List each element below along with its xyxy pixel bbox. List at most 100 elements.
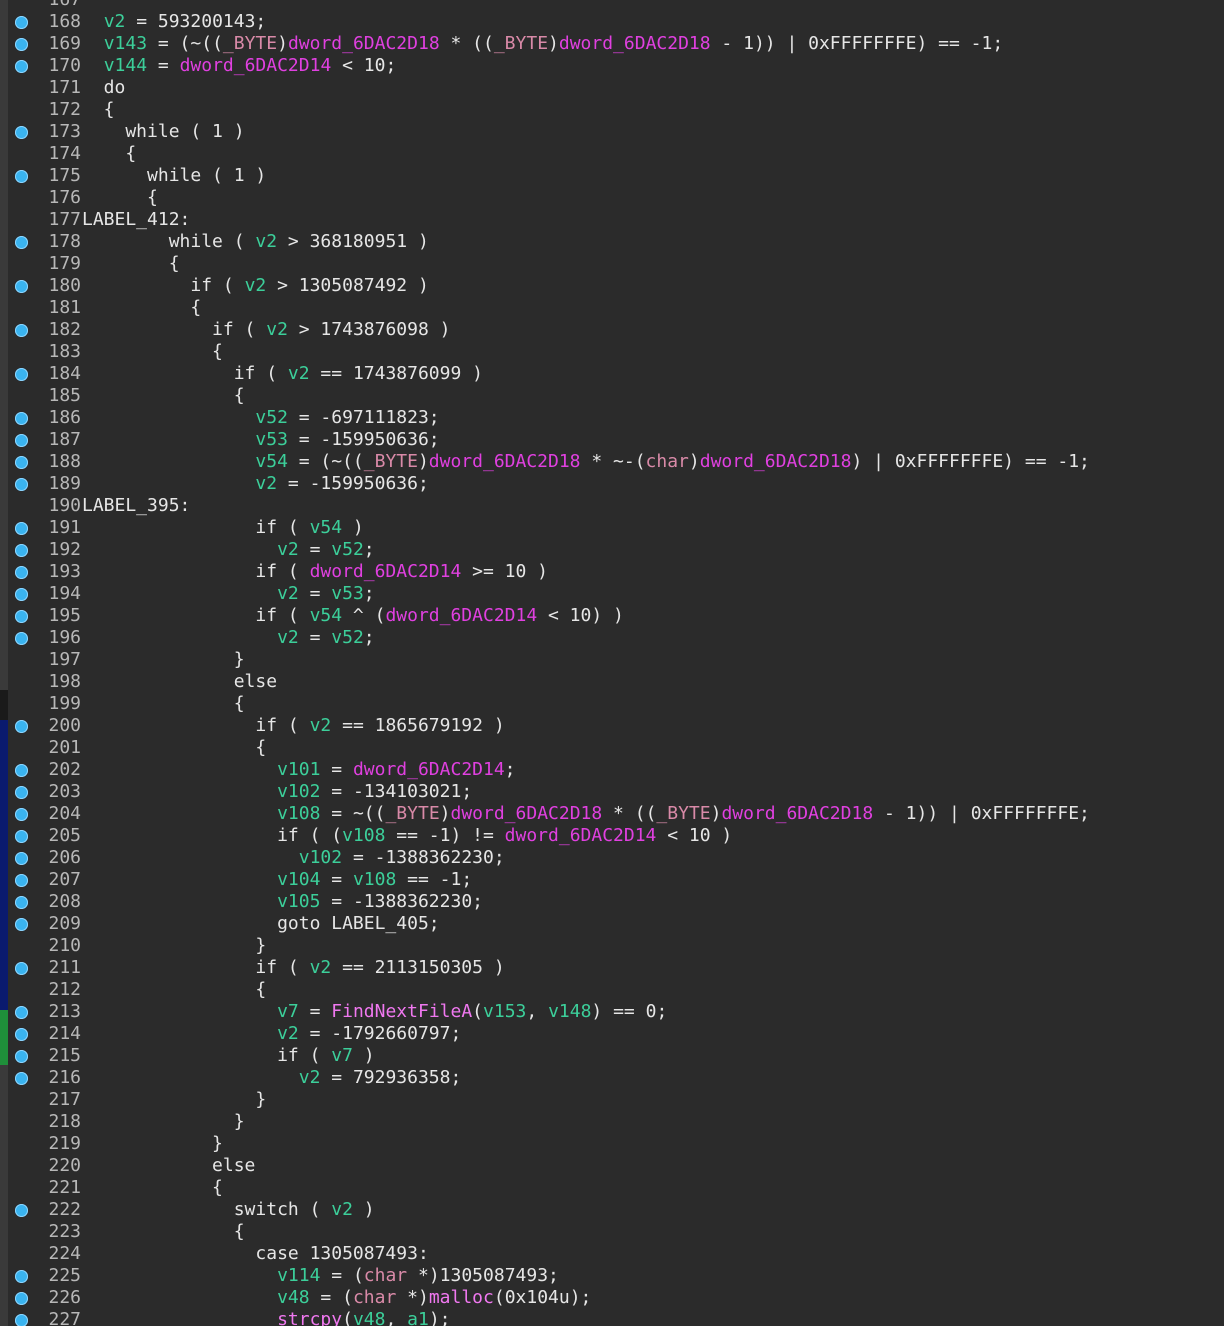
code-line[interactable]: 177 LABEL_412:: [0, 209, 1224, 231]
code-line[interactable]: 188 v54 = (~((_BYTE)dword_6DAC2D18 * ~-(…: [0, 451, 1224, 473]
code-token[interactable]: v108: [277, 803, 320, 824]
code-line[interactable]: 210 }: [0, 935, 1224, 957]
code-line[interactable]: 202 v101 = dword_6DAC2D14;: [0, 759, 1224, 781]
code-line[interactable]: 180 if ( v2 > 1305087492 ): [0, 275, 1224, 297]
breakpoint-dot-icon[interactable]: [15, 478, 28, 491]
code-token[interactable]: _BYTE: [364, 451, 418, 472]
code-token[interactable]: v2: [310, 715, 332, 736]
code-line[interactable]: 190 LABEL_395:: [0, 495, 1224, 517]
code-token[interactable]: v7: [331, 1045, 353, 1066]
code-line[interactable]: 178 while ( v2 > 368180951 ): [0, 231, 1224, 253]
code-line[interactable]: 172 {: [0, 99, 1224, 121]
code-token[interactable]: v143: [104, 33, 147, 54]
code-token[interactable]: char: [353, 1287, 396, 1308]
breakpoint-dot-icon[interactable]: [15, 1050, 28, 1063]
breakpoint-dot-icon[interactable]: [15, 610, 28, 623]
breakpoint-dot-icon[interactable]: [15, 412, 28, 425]
code-line[interactable]: 195 if ( v54 ^ (dword_6DAC2D14 < 10) ): [0, 605, 1224, 627]
breakpoint-dot-icon[interactable]: [15, 1314, 28, 1326]
code-line[interactable]: 184 if ( v2 == 1743876099 ): [0, 363, 1224, 385]
code-line[interactable]: 223 {: [0, 1221, 1224, 1243]
code-line[interactable]: 215 if ( v7 ): [0, 1045, 1224, 1067]
code-line[interactable]: 191 if ( v54 ): [0, 517, 1224, 539]
code-token[interactable]: v2: [299, 1067, 321, 1088]
code-line[interactable]: 169 v143 = (~((_BYTE)dword_6DAC2D18 * ((…: [0, 33, 1224, 55]
code-token[interactable]: _BYTE: [656, 803, 710, 824]
code-token[interactable]: char: [364, 1265, 407, 1286]
code-token[interactable]: v102: [277, 781, 320, 802]
code-token[interactable]: v148: [548, 1001, 591, 1022]
code-line[interactable]: 205 if ( (v108 == -1) != dword_6DAC2D14 …: [0, 825, 1224, 847]
breakpoint-dot-icon[interactable]: [15, 808, 28, 821]
code-line[interactable]: 211 if ( v2 == 2113150305 ): [0, 957, 1224, 979]
code-token[interactable]: v104: [277, 869, 320, 890]
code-token[interactable]: dword_6DAC2D14: [505, 825, 657, 846]
breakpoint-dot-icon[interactable]: [15, 588, 28, 601]
code-line[interactable]: 203 v102 = -134103021;: [0, 781, 1224, 803]
code-line[interactable]: 221 {: [0, 1177, 1224, 1199]
code-token[interactable]: dword_6DAC2D18: [559, 33, 711, 54]
code-token[interactable]: v54: [255, 451, 288, 472]
code-token[interactable]: dword_6DAC2D14: [385, 605, 537, 626]
code-line[interactable]: 220 else: [0, 1155, 1224, 1177]
code-token[interactable]: strcpy: [277, 1309, 342, 1326]
code-token[interactable]: v114: [277, 1265, 320, 1286]
code-token[interactable]: v2: [277, 583, 299, 604]
code-line[interactable]: 198 else: [0, 671, 1224, 693]
code-line[interactable]: 208 v105 = -1388362230;: [0, 891, 1224, 913]
code-token[interactable]: v2: [255, 231, 277, 252]
breakpoint-dot-icon[interactable]: [15, 170, 28, 183]
code-line[interactable]: 197 }: [0, 649, 1224, 671]
breakpoint-dot-icon[interactable]: [15, 764, 28, 777]
code-line[interactable]: 209 goto LABEL_405;: [0, 913, 1224, 935]
breakpoint-dot-icon[interactable]: [15, 632, 28, 645]
breakpoint-dot-icon[interactable]: [15, 38, 28, 51]
code-line[interactable]: 179 {: [0, 253, 1224, 275]
code-token[interactable]: dword_6DAC2D14: [180, 55, 332, 76]
breakpoint-dot-icon[interactable]: [15, 962, 28, 975]
code-line[interactable]: 182 if ( v2 > 1743876098 ): [0, 319, 1224, 341]
breakpoint-dot-icon[interactable]: [15, 786, 28, 799]
code-token[interactable]: v2: [277, 1023, 299, 1044]
breakpoint-dot-icon[interactable]: [15, 918, 28, 931]
code-token[interactable]: v2: [266, 319, 288, 340]
code-line[interactable]: 225 v114 = (char *)1305087493;: [0, 1265, 1224, 1287]
code-line[interactable]: 213 v7 = FindNextFileA(v153, v148) == 0;: [0, 1001, 1224, 1023]
code-token[interactable]: dword_6DAC2D14: [310, 561, 462, 582]
code-token[interactable]: v52: [331, 539, 364, 560]
code-token[interactable]: v2: [288, 363, 310, 384]
breakpoint-dot-icon[interactable]: [15, 1028, 28, 1041]
code-token[interactable]: v2: [245, 275, 267, 296]
code-token[interactable]: _BYTE: [223, 33, 277, 54]
code-line[interactable]: 185 {: [0, 385, 1224, 407]
code-line[interactable]: 168 v2 = 593200143;: [0, 11, 1224, 33]
code-line[interactable]: 212 {: [0, 979, 1224, 1001]
code-token[interactable]: v54: [310, 517, 343, 538]
code-token[interactable]: v2: [310, 957, 332, 978]
code-line[interactable]: 193 if ( dword_6DAC2D14 >= 10 ): [0, 561, 1224, 583]
breakpoint-dot-icon[interactable]: [15, 456, 28, 469]
code-line[interactable]: 189 v2 = -159950636;: [0, 473, 1224, 495]
code-token[interactable]: v52: [331, 627, 364, 648]
code-token[interactable]: v108: [353, 869, 396, 890]
code-line[interactable]: 192 v2 = v52;: [0, 539, 1224, 561]
code-line[interactable]: 227 strcpy(v48, a1);: [0, 1309, 1224, 1326]
code-token[interactable]: char: [646, 451, 689, 472]
breakpoint-dot-icon[interactable]: [15, 544, 28, 557]
code-line[interactable]: 200 if ( v2 == 1865679192 ): [0, 715, 1224, 737]
code-token[interactable]: dword_6DAC2D18: [700, 451, 852, 472]
code-token[interactable]: v2: [277, 627, 299, 648]
breakpoint-dot-icon[interactable]: [15, 1270, 28, 1283]
breakpoint-dot-icon[interactable]: [15, 434, 28, 447]
code-token[interactable]: v52: [255, 407, 288, 428]
code-token[interactable]: v54: [310, 605, 343, 626]
code-token[interactable]: dword_6DAC2D18: [288, 33, 440, 54]
code-line[interactable]: 173 while ( 1 ): [0, 121, 1224, 143]
breakpoint-dot-icon[interactable]: [15, 16, 28, 29]
code-token[interactable]: v2: [331, 1199, 353, 1220]
code-token[interactable]: _BYTE: [494, 33, 548, 54]
breakpoint-dot-icon[interactable]: [15, 60, 28, 73]
code-token[interactable]: v2: [277, 539, 299, 560]
breakpoint-dot-icon[interactable]: [15, 1204, 28, 1217]
code-line[interactable]: 170 v144 = dword_6DAC2D14 < 10;: [0, 55, 1224, 77]
